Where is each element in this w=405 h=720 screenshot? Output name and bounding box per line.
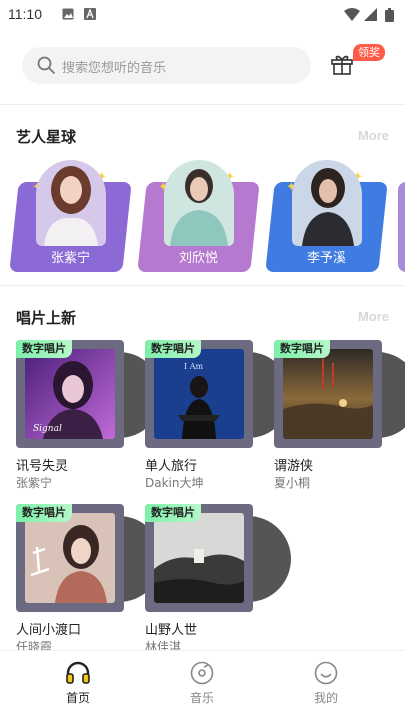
wifi-icon (344, 8, 360, 21)
headphones-icon (66, 661, 90, 684)
gift-icon[interactable] (330, 52, 354, 76)
album-cover (25, 513, 115, 603)
artist-photo (292, 160, 362, 246)
font-icon (84, 8, 96, 20)
svg-text:I Am: I Am (184, 362, 203, 371)
battery-icon (385, 8, 394, 22)
nav-label-mine: 我的 (313, 691, 338, 705)
svg-text:Signal: Signal (33, 424, 62, 434)
album-artist: Dakin大坤 (145, 476, 204, 490)
search-placeholder: 搜索您想听的音乐 (62, 61, 167, 76)
album-cover (154, 513, 244, 603)
artist-card[interactable]: ✦ ✦ 李予溪 (265, 160, 388, 272)
artist-name: 李予溪 (306, 251, 346, 266)
album-card[interactable]: 数字唱片 山野人世 林佳淇 (145, 504, 291, 654)
nav-item-music[interactable]: 音乐 (162, 661, 242, 706)
album-title: 人间小渡口 (16, 623, 82, 638)
artist-photo (164, 160, 234, 246)
artist-name: 张紫宁 (50, 251, 90, 266)
signal-icon (364, 8, 377, 21)
album-cover (283, 349, 373, 439)
albums-section-title: 唱片上新 (16, 309, 77, 327)
nav-item-home[interactable]: 首页 (38, 661, 118, 706)
artists-more-link[interactable]: More (358, 128, 389, 143)
albums-more-link[interactable]: More (358, 309, 389, 324)
image-icon (62, 8, 74, 20)
bottom-nav: 首页 音乐 我的 (0, 650, 405, 720)
artists-section-title: 艺人星球 (16, 128, 77, 146)
artist-card-partial[interactable] (398, 182, 405, 272)
album-title: 讯号失灵 (16, 459, 69, 474)
artist-photo (36, 160, 106, 246)
disc-icon (190, 661, 214, 685)
album-card[interactable]: I Am 数字唱片 单人旅行 Dakin大坤 (145, 340, 291, 490)
nav-label-music: 音乐 (189, 691, 214, 705)
album-tag: 数字唱片 (16, 340, 72, 358)
album-tag: 数字唱片 (145, 340, 201, 358)
album-tag: 数字唱片 (145, 504, 201, 522)
album-card[interactable]: 数字唱片 人间小渡口 任晓霞 (16, 504, 162, 654)
album-artist: 夏小桐 (274, 476, 311, 490)
album-artist: 张紫宁 (16, 476, 53, 490)
album-cover: Signal (25, 349, 115, 439)
album-tag: 数字唱片 (274, 340, 330, 358)
nav-label-home: 首页 (65, 691, 90, 705)
album-card[interactable]: 数字唱片 谓游侠 夏小桐 (274, 340, 405, 490)
album-title: 单人旅行 (145, 459, 198, 474)
status-bar: 11:10 (0, 0, 405, 30)
status-time: 11:10 (8, 6, 42, 22)
search-input[interactable]: 搜索您想听的音乐 (22, 47, 311, 84)
artist-name: 刘欣悦 (178, 251, 218, 266)
album-cover: I Am (154, 349, 244, 439)
nav-item-mine[interactable]: 我的 (286, 661, 366, 706)
artist-card[interactable]: ✦ ✦ 刘欣悦 (137, 160, 260, 272)
artist-card[interactable]: ✦ ✦ 张紫宁 (9, 160, 132, 272)
divider (0, 104, 405, 105)
gift-badge: 领奖 (353, 44, 385, 61)
album-title: 谓游侠 (274, 459, 314, 474)
divider (0, 285, 405, 286)
album-tag: 数字唱片 (16, 504, 72, 522)
search-icon (37, 56, 55, 74)
album-title: 山野人世 (145, 623, 198, 638)
smile-icon (314, 661, 338, 685)
album-card[interactable]: Signal 数字唱片 讯号失灵 张紫宁 (16, 340, 162, 490)
